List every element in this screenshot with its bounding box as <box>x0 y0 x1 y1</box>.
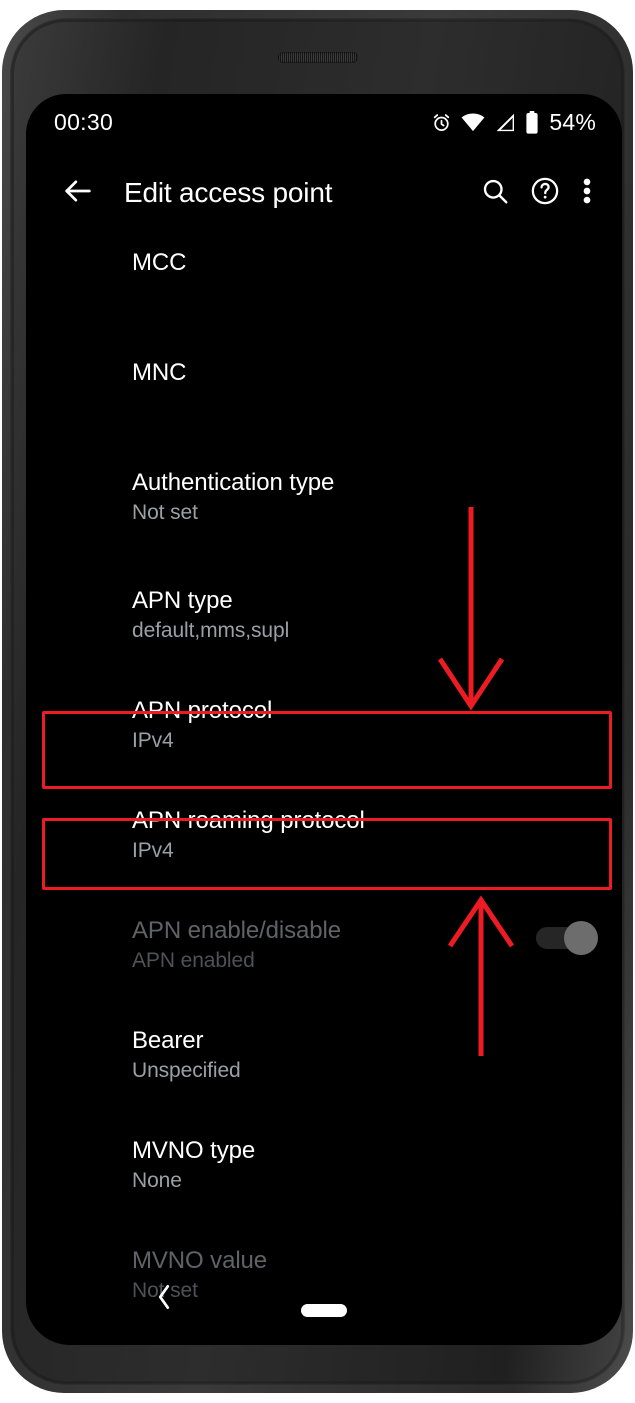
home-gesture-pill[interactable] <box>301 1304 347 1317</box>
pref-title: MCC <box>132 249 187 276</box>
back-button[interactable] <box>54 169 102 217</box>
pref-texts: APN roaming protocol IPv4 <box>132 806 598 865</box>
pref-title: Bearer <box>132 1027 204 1054</box>
pref-texts: APN type default,mms,supl <box>132 586 598 645</box>
pref-title: APN enable/disable <box>132 917 342 944</box>
search-button[interactable] <box>470 168 520 218</box>
pref-texts: MCC <box>132 248 598 278</box>
pref-texts: Authentication type Not set <box>132 468 598 527</box>
apn-enable-toggle <box>536 918 598 958</box>
pref-texts: Bearer Unspecified <box>132 1026 598 1085</box>
pref-title: APN roaming protocol <box>132 807 365 834</box>
pref-summary: None <box>132 1169 182 1192</box>
pref-row-mcc[interactable]: MCC <box>26 248 622 278</box>
system-navigation-bar <box>26 1281 622 1345</box>
phone-frame-inner: 00:30 54% Edit access point MCC MNC Auth… <box>14 22 622 1381</box>
pref-title: APN type <box>132 587 233 614</box>
wifi-icon <box>461 112 485 133</box>
overflow-menu-icon <box>583 175 591 212</box>
pref-title: APN protocol <box>132 697 273 724</box>
pref-row-apn-roaming-protocol[interactable]: APN roaming protocol IPv4 <box>26 806 622 865</box>
pref-row-mnc[interactable]: MNC <box>26 358 622 388</box>
pref-title: Authentication type <box>132 469 335 496</box>
pref-texts: APN protocol IPv4 <box>132 696 598 755</box>
phone-device-frame: 00:30 54% Edit access point MCC MNC Auth… <box>2 10 633 1393</box>
app-bar: Edit access point <box>26 150 622 236</box>
earpiece-speaker-grille <box>277 52 358 63</box>
help-icon <box>529 175 561 212</box>
status-bar-icons: 54% <box>431 109 596 136</box>
pref-summary: IPv4 <box>132 839 174 862</box>
pref-row-apn-type[interactable]: APN type default,mms,supl <box>26 586 622 645</box>
pref-texts: MVNO type None <box>132 1136 598 1195</box>
pref-row-authentication-type[interactable]: Authentication type Not set <box>26 468 622 527</box>
pref-summary: APN enabled <box>132 949 255 972</box>
pref-summary: IPv4 <box>132 729 174 752</box>
pref-row-apn-protocol[interactable]: APN protocol IPv4 <box>26 696 622 755</box>
phone-frame-midband: 00:30 54% Edit access point MCC MNC Auth… <box>10 18 625 1385</box>
cellular-signal-icon <box>494 112 516 133</box>
preference-list: MCC MNC Authentication type Not set APN … <box>26 236 622 1345</box>
search-icon <box>480 176 510 211</box>
pref-title: MNC <box>132 359 187 386</box>
pref-summary: Not set <box>132 501 198 524</box>
arrow-back-icon <box>61 174 95 213</box>
pref-title: MVNO type <box>132 1137 256 1164</box>
pref-texts: APN enable/disable APN enabled <box>132 916 524 975</box>
phone-screen: 00:30 54% Edit access point MCC MNC Auth… <box>26 94 622 1345</box>
help-button[interactable] <box>520 168 570 218</box>
status-bar: 00:30 54% <box>26 94 622 150</box>
nav-back-chevron-icon[interactable] <box>154 1282 174 1317</box>
pref-texts: MNC <box>132 358 598 388</box>
toggle-thumb <box>564 921 598 955</box>
page-title: Edit access point <box>124 177 333 208</box>
status-bar-clock: 00:30 <box>54 108 114 135</box>
battery-percentage-label: 54% <box>549 108 596 135</box>
pref-title: MVNO value <box>132 1247 268 1274</box>
pref-row-bearer[interactable]: Bearer Unspecified <box>26 1026 622 1085</box>
pref-row-mvno-type[interactable]: MVNO type None <box>26 1136 622 1195</box>
overflow-menu-button[interactable] <box>570 168 604 218</box>
screenshot-stage: 00:30 54% Edit access point MCC MNC Auth… <box>0 0 635 1403</box>
alarm-icon <box>431 112 452 133</box>
battery-icon <box>525 110 539 134</box>
pref-summary: Unspecified <box>132 1059 241 1082</box>
pref-row-apn-enable-disable: APN enable/disable APN enabled <box>26 916 622 975</box>
pref-summary: default,mms,supl <box>132 619 290 642</box>
